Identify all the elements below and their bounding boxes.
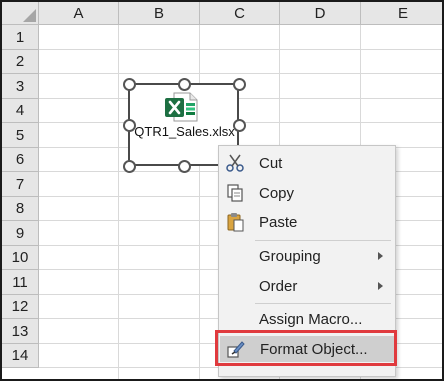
row-header-6[interactable]: 6 xyxy=(2,148,39,172)
menu-item-paste[interactable]: Paste xyxy=(219,209,395,235)
paste-icon xyxy=(227,213,244,232)
menu-item-label: Order xyxy=(259,277,298,295)
embedded-file-name: QTR1_Sales.xlsx xyxy=(134,124,235,139)
row-header-9[interactable]: 9 xyxy=(2,221,39,246)
row-header-12[interactable]: 12 xyxy=(2,295,39,319)
row-header-14[interactable]: 14 xyxy=(2,344,39,368)
menu-item-label: Copy xyxy=(259,184,295,202)
resize-handle-top-right[interactable] xyxy=(233,78,246,91)
grid-line xyxy=(118,25,119,379)
menu-item-label: Assign Macro... xyxy=(259,310,363,328)
menu-item-cut[interactable]: Cut xyxy=(219,150,395,176)
copy-icon xyxy=(227,184,243,202)
submenu-arrow-icon xyxy=(378,282,383,290)
row-header-10[interactable]: 10 xyxy=(2,246,39,270)
spreadsheet-window: A B C D E 1 2 3 4 5 6 7 8 9 10 11 12 13 … xyxy=(0,0,444,381)
row-header-5[interactable]: 5 xyxy=(2,123,39,148)
grid-line xyxy=(39,98,442,99)
resize-handle-middle-left[interactable] xyxy=(123,119,136,132)
grid-line xyxy=(39,73,442,74)
menu-item-label: Grouping xyxy=(259,247,321,265)
menu-item-label: Paste xyxy=(259,213,298,231)
grid-line xyxy=(39,49,442,50)
resize-handle-bottom-left[interactable] xyxy=(123,160,136,173)
row-header-8[interactable]: 8 xyxy=(2,197,39,221)
resize-handle-top-left[interactable] xyxy=(123,78,136,91)
menu-item-order[interactable]: Order xyxy=(219,273,395,299)
scissors-icon xyxy=(226,154,244,172)
row-header-7[interactable]: 7 xyxy=(2,172,39,197)
menu-item-copy[interactable]: Copy xyxy=(219,180,395,206)
resize-handle-middle-right[interactable] xyxy=(233,119,246,132)
excel-file-icon xyxy=(165,92,198,122)
row-header-2[interactable]: 2 xyxy=(2,50,39,74)
row-header-3[interactable]: 3 xyxy=(2,74,39,99)
column-header-e[interactable]: E xyxy=(361,2,442,25)
grid-line xyxy=(199,25,200,379)
column-header-c[interactable]: C xyxy=(200,2,280,25)
row-header-11[interactable]: 11 xyxy=(2,270,39,295)
select-all-triangle-icon xyxy=(23,9,36,22)
select-all-corner[interactable] xyxy=(2,2,39,25)
column-header-a[interactable]: A xyxy=(39,2,119,25)
highlight-annotation xyxy=(215,330,397,366)
resize-handle-bottom-center[interactable] xyxy=(178,160,191,173)
menu-item-grouping[interactable]: Grouping xyxy=(219,243,395,269)
row-header-13[interactable]: 13 xyxy=(2,319,39,344)
column-header-d[interactable]: D xyxy=(280,2,361,25)
submenu-arrow-icon xyxy=(378,252,383,260)
menu-separator xyxy=(255,303,391,304)
resize-handle-top-center[interactable] xyxy=(178,78,191,91)
menu-separator xyxy=(255,240,391,241)
menu-item-label: Cut xyxy=(259,154,283,172)
row-header-1[interactable]: 1 xyxy=(2,25,39,50)
menu-item-assign-macro[interactable]: Assign Macro... xyxy=(219,306,395,332)
row-header-4[interactable]: 4 xyxy=(2,99,39,123)
column-header-b[interactable]: B xyxy=(119,2,200,25)
